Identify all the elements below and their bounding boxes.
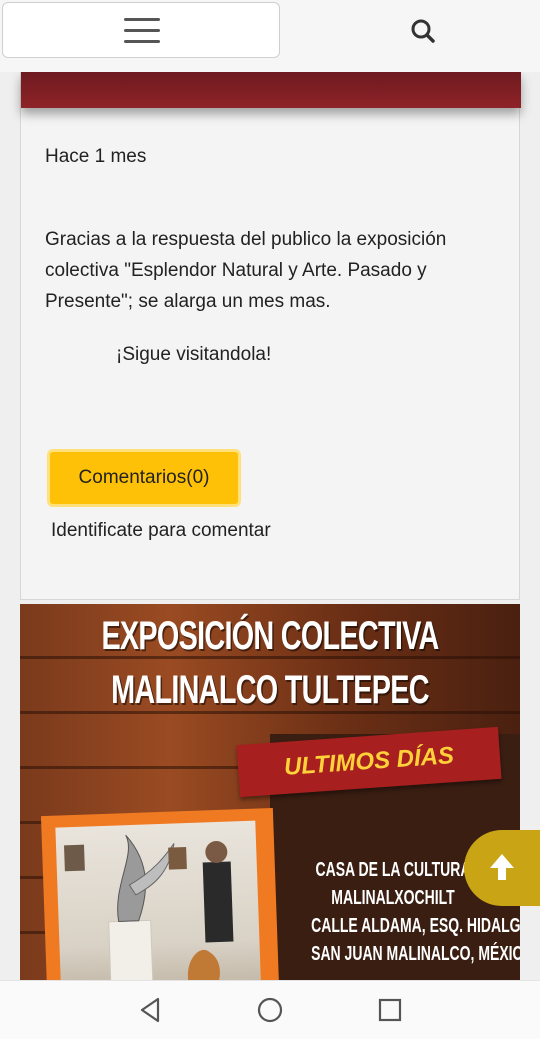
hamburger-icon-bar: [124, 40, 160, 43]
home-circle-icon[interactable]: [255, 995, 285, 1025]
post-subtext: ¡Sigue visitandola!: [116, 344, 272, 365]
poster-title-line1: EXPOSICIÓN COLECTIVA: [101, 614, 439, 658]
exhibition-poster[interactable]: EXPOSICIÓN COLECTIVA MALINALCO TULTEPEC …: [20, 604, 520, 980]
sculpture-photo-illustration: [63, 834, 234, 980]
address-line: SAN JUAN MALINALCO, MÉXICO.: [311, 943, 520, 965]
comments-button[interactable]: Comentarios(0): [47, 449, 241, 507]
top-bar: [0, 0, 540, 72]
search-icon: [411, 19, 435, 43]
address-line: CASA DE LA CULTURA: [315, 859, 471, 881]
login-prompt-link[interactable]: Identificate para comentar: [51, 520, 271, 542]
back-triangle-icon[interactable]: [136, 995, 166, 1025]
arrow-up-icon: [490, 854, 514, 880]
hamburger-icon-bar: [124, 29, 160, 32]
address-line: CALLE ALDAMA, ESQ. HIDALGO,: [311, 915, 520, 937]
post-card: Hace 1 mes Gracias a la respuesta del pu…: [20, 72, 521, 600]
system-navigation-bar: [0, 980, 540, 1039]
poster-photo: [55, 820, 262, 980]
post-image-bottom: [21, 72, 521, 108]
search-button[interactable]: [400, 12, 446, 50]
post-time: Hace 1 mes: [45, 146, 147, 167]
recents-square-icon[interactable]: [375, 995, 405, 1025]
poster-ribbon-text: ULTIMOS DÍAS: [283, 742, 455, 781]
hamburger-icon: [124, 18, 160, 21]
menu-button[interactable]: [2, 2, 280, 58]
post-body: Gracias a la respuesta del publico la ex…: [45, 229, 447, 312]
poster-photo-frame: [40, 808, 280, 980]
address-line: MALINALXOCHILT: [331, 887, 455, 909]
scroll-to-top-button[interactable]: [464, 830, 540, 906]
poster-title-line2: MALINALCO TULTEPEC: [111, 668, 429, 712]
